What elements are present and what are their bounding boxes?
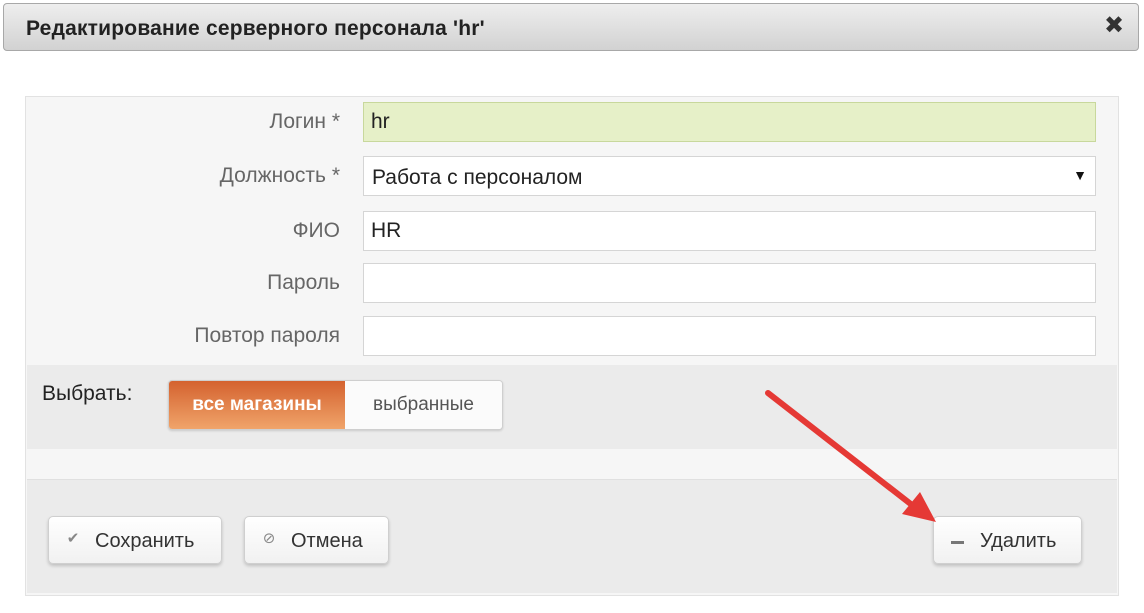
choose-label: Выбрать: — [42, 382, 133, 405]
dialog-footer: ✔ Сохранить ⊘ Отмена Удалить — [27, 480, 1117, 593]
form-row-fullname: ФИО — [26, 211, 1118, 251]
password-input[interactable] — [363, 263, 1096, 303]
position-select-value: Работа с персоналом — [372, 166, 583, 189]
fullname-input[interactable] — [363, 211, 1096, 251]
close-icon[interactable]: ✖ — [1102, 14, 1126, 38]
dropdown-arrow-icon: ▼ — [1073, 167, 1087, 183]
store-scope-section: Выбрать: все магазины выбранные — [27, 365, 1117, 449]
cancel-button[interactable]: ⊘ Отмена — [244, 516, 389, 564]
position-select[interactable]: Работа с персоналом ▼ — [363, 156, 1096, 196]
store-scope-toggle: все магазины выбранные — [168, 380, 503, 430]
form-panel: Логин * Должность * Работа с персоналом … — [25, 96, 1119, 596]
minus-icon — [951, 541, 964, 544]
form-row-password: Пароль — [26, 263, 1118, 303]
cancel-button-label: Отмена — [291, 530, 363, 552]
password-repeat-input[interactable] — [363, 316, 1096, 356]
delete-button-label: Удалить — [980, 530, 1057, 552]
cancel-icon: ⊘ — [262, 530, 276, 547]
fullname-label: ФИО — [292, 219, 340, 242]
form-row-password-repeat: Повтор пароля — [26, 316, 1118, 356]
toggle-all-stores[interactable]: все магазины — [169, 381, 345, 429]
login-input[interactable] — [363, 102, 1096, 142]
save-button[interactable]: ✔ Сохранить — [48, 516, 222, 564]
position-label: Должность * — [219, 164, 340, 187]
password-repeat-label: Повтор пароля — [194, 324, 340, 347]
spacer-band — [27, 449, 1117, 479]
checkmark-icon: ✔ — [66, 530, 80, 547]
form-row-login: Логин * — [26, 102, 1118, 142]
save-button-label: Сохранить — [95, 530, 195, 552]
login-label: Логин * — [269, 110, 340, 133]
dialog-title: Редактирование серверного персонала 'hr' — [26, 17, 485, 40]
dialog-titlebar: Редактирование серверного персонала 'hr'… — [3, 3, 1139, 51]
toggle-selected-stores[interactable]: выбранные — [345, 381, 502, 429]
password-label: Пароль — [267, 271, 340, 294]
delete-button[interactable]: Удалить — [933, 516, 1082, 564]
form-row-position: Должность * Работа с персоналом ▼ — [26, 156, 1118, 196]
